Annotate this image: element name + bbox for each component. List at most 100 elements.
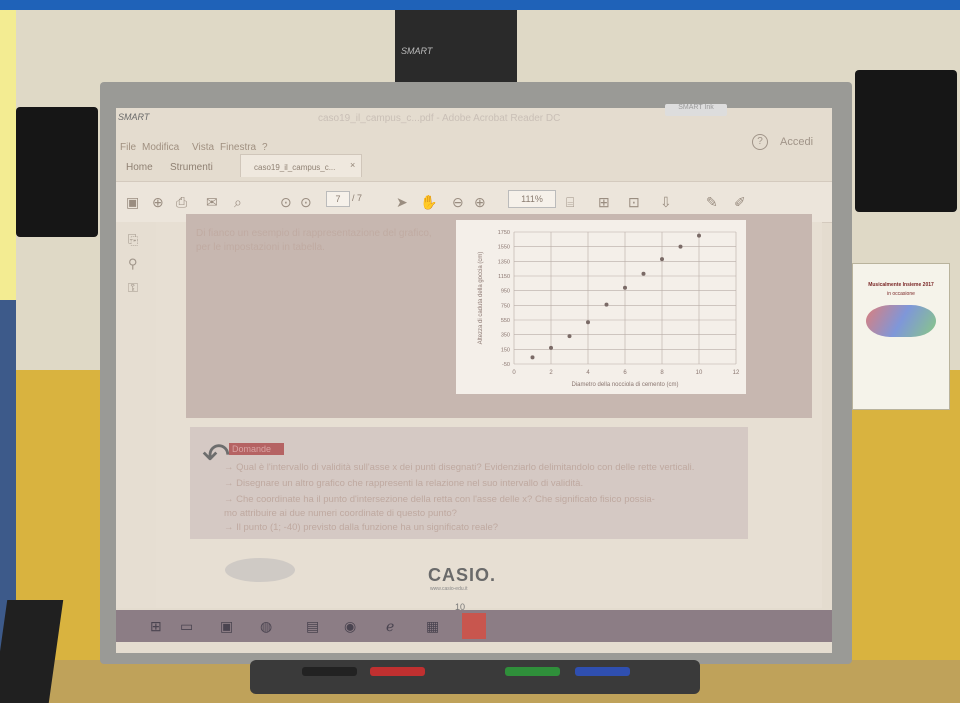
x-tick-label: 4 bbox=[586, 370, 590, 376]
blue-marker[interactable] bbox=[575, 667, 630, 676]
x-tick-label: 8 bbox=[660, 370, 664, 376]
zoom-in-icon[interactable]: ⊕ bbox=[474, 194, 486, 211]
fit-width-icon[interactable]: ⊞ bbox=[598, 194, 610, 211]
casio-logo: CASIO. bbox=[428, 565, 497, 585]
x-tick-label: 0 bbox=[512, 370, 516, 376]
question-line-3: → Che coordinate ha il punto d'intersezi… bbox=[224, 494, 655, 505]
menu-help[interactable]: ? bbox=[262, 142, 268, 153]
data-point bbox=[567, 334, 572, 339]
y-tick-label: 750 bbox=[501, 303, 510, 309]
comment-icon[interactable]: ✎ bbox=[706, 194, 718, 211]
page-total: / 7 bbox=[352, 193, 363, 203]
pages-icon[interactable]: ⎘ bbox=[128, 232, 138, 248]
upload-icon[interactable]: ⊕ bbox=[152, 194, 164, 211]
search-icon[interactable]: ⌕ bbox=[234, 194, 242, 211]
y-tick-label: -50 bbox=[502, 362, 510, 368]
y-tick-label: 1550 bbox=[498, 245, 510, 251]
data-point bbox=[604, 302, 609, 307]
smart-board-logo: SMART bbox=[118, 112, 150, 122]
hp-icon[interactable]: ◍ bbox=[260, 618, 272, 635]
hand-icon[interactable]: ✋ bbox=[420, 194, 437, 211]
casio-url: www.casio-edu.it bbox=[430, 586, 468, 592]
start-icon[interactable]: ⊞ bbox=[150, 618, 162, 635]
menu-bar: File Modifica Vista Finestra ? bbox=[116, 142, 832, 156]
file-explorer-icon[interactable]: ▣ bbox=[220, 618, 233, 635]
acrobat-taskbar-icon[interactable] bbox=[462, 613, 486, 639]
wall-poster: Musicalmente Insieme 2017 in occasione bbox=[852, 263, 950, 410]
y-tick-label: 1350 bbox=[498, 259, 510, 265]
pen-tray bbox=[250, 660, 700, 694]
close-tab-icon[interactable]: × bbox=[350, 160, 355, 170]
email-icon[interactable]: ✉ bbox=[206, 194, 218, 211]
menu-vista[interactable]: Vista bbox=[192, 142, 214, 153]
poster-title: Musicalmente Insieme 2017 bbox=[868, 282, 934, 288]
app-icon[interactable]: ▤ bbox=[306, 618, 319, 635]
right-speaker bbox=[855, 70, 957, 212]
y-tick-label: 550 bbox=[501, 318, 510, 324]
task-view-icon[interactable]: ▭ bbox=[180, 618, 193, 635]
fullscreen-icon[interactable]: ⊡ bbox=[628, 194, 640, 211]
red-marker[interactable] bbox=[370, 667, 425, 676]
download-icon[interactable]: ⇩ bbox=[660, 194, 672, 211]
top-banner bbox=[0, 0, 960, 10]
poster-illustration bbox=[866, 305, 936, 337]
y-tick-label: 1150 bbox=[498, 274, 510, 280]
example-text: Di fianco un esempio di rappresentazione… bbox=[196, 228, 432, 253]
x-tick-label: 6 bbox=[623, 370, 627, 376]
edge-icon[interactable]: ℯ bbox=[386, 618, 394, 635]
tab-document-label[interactable]: caso19_il_campus_c... bbox=[254, 163, 335, 172]
smart-logo-text: SMART bbox=[401, 46, 433, 56]
data-point bbox=[660, 257, 664, 262]
question-line-1: → Qual è l'intervallo di validità sull'a… bbox=[224, 462, 695, 473]
x-axis-label: Diametro della nocciola di cemento (cm) bbox=[571, 382, 678, 388]
questions-heading: Domande bbox=[229, 443, 284, 455]
left-sidebar: ⎘ ⚲ ⚿ bbox=[116, 222, 156, 608]
windows-taskbar: ⊞ ▭ ▣ ◍ ▤ ◉ ℯ ▦ bbox=[116, 610, 832, 642]
select-icon[interactable]: ➤ bbox=[396, 194, 408, 211]
data-point bbox=[586, 320, 590, 325]
store-icon[interactable]: ▦ bbox=[426, 618, 439, 635]
prev-page-icon[interactable]: ⊙ bbox=[280, 194, 292, 211]
x-tick-label: 2 bbox=[549, 370, 553, 376]
next-page-icon[interactable]: ⊙ bbox=[300, 194, 312, 211]
help-icon[interactable]: ? bbox=[752, 134, 768, 150]
scatter-chart: 0 2 4 6 8 10 12 -50 150 350 550 750 950 1150 1350 1550 1… bbox=[456, 220, 746, 394]
data-point bbox=[678, 244, 683, 249]
data-point bbox=[549, 345, 553, 350]
y-tick-label: 1750 bbox=[498, 230, 510, 236]
menu-finestra[interactable]: Finestra bbox=[220, 142, 256, 153]
page-number-input[interactable]: 7 bbox=[326, 191, 350, 207]
zoom-select[interactable]: 111% bbox=[508, 190, 556, 208]
question-line-2: → Disegnare un altro grafico che rappres… bbox=[224, 478, 584, 489]
window-title: caso19_il_campus_c...pdf - Adobe Acrobat… bbox=[318, 113, 561, 124]
x-tick-label: 10 bbox=[696, 370, 703, 376]
question-line-5: → Il punto (1; -40) previsto dalla funzi… bbox=[224, 522, 499, 533]
poster-subtitle: in occasione bbox=[887, 291, 915, 297]
save-icon[interactable]: ▣ bbox=[126, 194, 139, 211]
attachment-icon[interactable]: ⚲ bbox=[128, 256, 138, 272]
data-point bbox=[530, 355, 535, 360]
data-point bbox=[623, 285, 627, 290]
sign-icon[interactable]: ✐ bbox=[734, 194, 746, 211]
question-line-4: mo attribuire ai due numeri coordinate d… bbox=[224, 508, 457, 519]
data-point bbox=[697, 233, 701, 238]
left-speaker bbox=[16, 107, 98, 237]
print-icon[interactable]: ⎙ bbox=[176, 194, 187, 211]
fit-page-icon[interactable]: ⌸ bbox=[566, 194, 574, 211]
smart-ink-button[interactable]: SMART Ink bbox=[665, 104, 727, 116]
login-link[interactable]: Accedi bbox=[780, 136, 813, 148]
green-marker[interactable] bbox=[505, 667, 560, 676]
black-marker[interactable] bbox=[302, 667, 357, 676]
signature-icon[interactable]: ⚿ bbox=[128, 280, 138, 296]
footer-graphic bbox=[225, 558, 295, 582]
menu-file[interactable]: File bbox=[120, 142, 136, 153]
tab-tools[interactable]: Strumenti bbox=[170, 162, 213, 173]
zoom-out-icon[interactable]: ⊖ bbox=[452, 194, 464, 211]
data-point bbox=[641, 271, 646, 276]
x-tick-label: 12 bbox=[733, 370, 740, 376]
y-axis-label: Altezza di caduta della goccia (cm) bbox=[478, 252, 484, 345]
tab-home[interactable]: Home bbox=[126, 162, 153, 173]
y-tick-label: 950 bbox=[501, 289, 510, 295]
menu-modifica[interactable]: Modifica bbox=[142, 142, 179, 153]
chrome-icon[interactable]: ◉ bbox=[344, 618, 356, 635]
